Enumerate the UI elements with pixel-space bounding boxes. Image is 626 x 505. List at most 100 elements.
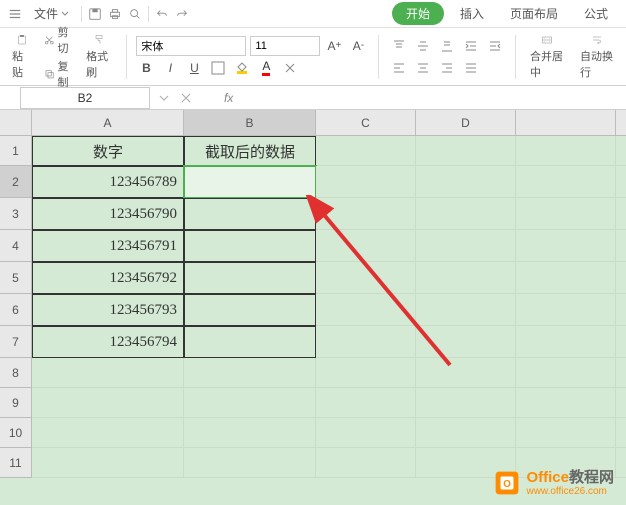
cell-D6[interactable] <box>416 294 516 326</box>
cell-A7[interactable]: 123456794 <box>32 326 184 358</box>
row-header-3[interactable]: 3 <box>0 198 32 230</box>
cut-button[interactable]: 剪切 <box>44 24 74 56</box>
cell-B11[interactable] <box>184 448 316 478</box>
formula-input[interactable] <box>233 87 626 109</box>
tab-start[interactable]: 开始 <box>392 2 444 25</box>
print-icon[interactable] <box>108 7 122 21</box>
col-header-A[interactable]: A <box>32 110 184 136</box>
cell-B3[interactable] <box>184 198 316 230</box>
tab-insert[interactable]: 插入 <box>450 2 494 25</box>
cell-D4[interactable] <box>416 230 516 262</box>
cell-D7[interactable] <box>416 326 516 358</box>
highlight-icon[interactable] <box>280 58 300 78</box>
cell-x7[interactable] <box>616 326 626 358</box>
tab-formula[interactable]: 公式 <box>574 2 618 25</box>
cell-D9[interactable] <box>416 388 516 418</box>
cell-C11[interactable] <box>316 448 416 478</box>
indent-right-icon[interactable] <box>485 36 505 56</box>
increase-font-icon[interactable]: A+ <box>324 36 344 56</box>
app-menu-icon[interactable] <box>8 7 22 21</box>
file-menu[interactable]: 文件 <box>28 3 75 24</box>
cell-D2[interactable] <box>416 166 516 198</box>
cell-A4[interactable]: 123456791 <box>32 230 184 262</box>
cell-B10[interactable] <box>184 418 316 448</box>
cell-x10[interactable] <box>516 418 616 448</box>
cell-x1[interactable] <box>616 136 626 166</box>
col-header-B[interactable]: B <box>184 110 316 136</box>
align-middle-icon[interactable] <box>413 36 433 56</box>
row-header-6[interactable]: 6 <box>0 294 32 326</box>
undo-icon[interactable] <box>155 7 169 21</box>
cell-A6[interactable]: 123456793 <box>32 294 184 326</box>
font-color-icon[interactable]: A <box>256 58 276 78</box>
cell-B6[interactable] <box>184 294 316 326</box>
row-header-1[interactable]: 1 <box>0 136 32 166</box>
cell-B5[interactable] <box>184 262 316 294</box>
cell-A10[interactable] <box>32 418 184 448</box>
italic-icon[interactable]: I <box>160 58 180 78</box>
cell-x2[interactable] <box>616 166 626 198</box>
format-painter-button[interactable]: 格式刷 <box>82 32 116 82</box>
bold-icon[interactable]: B <box>136 58 156 78</box>
wrap-text-button[interactable]: 自动换行 <box>576 32 618 82</box>
cell-x6[interactable] <box>616 294 626 326</box>
align-right-icon[interactable] <box>437 58 457 78</box>
row-header-11[interactable]: 11 <box>0 448 32 478</box>
cell-x3[interactable] <box>616 198 626 230</box>
cell-C8[interactable] <box>316 358 416 388</box>
select-all-corner[interactable] <box>0 110 32 136</box>
cell-x9[interactable] <box>616 388 626 418</box>
decrease-font-icon[interactable]: A- <box>348 36 368 56</box>
cell-x8[interactable] <box>516 358 616 388</box>
row-header-2[interactable]: 2 <box>0 166 32 198</box>
cell-B7[interactable] <box>184 326 316 358</box>
cell-C1[interactable] <box>316 136 416 166</box>
cell-A8[interactable] <box>32 358 184 388</box>
row-header-8[interactable]: 8 <box>0 358 32 388</box>
col-header-extra[interactable] <box>516 110 616 136</box>
name-box[interactable] <box>20 87 150 109</box>
cell-D10[interactable] <box>416 418 516 448</box>
cell-B2[interactable] <box>184 166 316 198</box>
cell-B8[interactable] <box>184 358 316 388</box>
col-header-D[interactable]: D <box>416 110 516 136</box>
align-bottom-icon[interactable] <box>437 36 457 56</box>
row-header-9[interactable]: 9 <box>0 388 32 418</box>
tab-layout[interactable]: 页面布局 <box>500 2 568 25</box>
preview-icon[interactable] <box>128 7 142 21</box>
cell-A5[interactable]: 123456792 <box>32 262 184 294</box>
cell-D3[interactable] <box>416 198 516 230</box>
cell-D5[interactable] <box>416 262 516 294</box>
align-top-icon[interactable] <box>389 36 409 56</box>
cell-B4[interactable] <box>184 230 316 262</box>
cell-A1[interactable]: 数字 <box>32 136 184 166</box>
cancel-icon[interactable] <box>178 90 194 106</box>
cell-A9[interactable] <box>32 388 184 418</box>
indent-left-icon[interactable] <box>461 36 481 56</box>
align-left-icon[interactable] <box>389 58 409 78</box>
justify-icon[interactable] <box>461 58 481 78</box>
cell-x8[interactable] <box>616 358 626 388</box>
cell-C4[interactable] <box>316 230 416 262</box>
cell-A11[interactable] <box>32 448 184 478</box>
cell-C5[interactable] <box>316 262 416 294</box>
paste-button[interactable]: 粘贴 <box>8 32 36 82</box>
cell-C2[interactable] <box>316 166 416 198</box>
cell-x5[interactable] <box>616 262 626 294</box>
cell-x7[interactable] <box>516 326 616 358</box>
save-icon[interactable] <box>88 7 102 21</box>
cell-D8[interactable] <box>416 358 516 388</box>
name-dropdown-icon[interactable] <box>156 90 172 106</box>
cell-x2[interactable] <box>516 166 616 198</box>
cell-x6[interactable] <box>516 294 616 326</box>
copy-button[interactable]: 复制 <box>44 58 74 90</box>
cell-x4[interactable] <box>616 230 626 262</box>
cell-C6[interactable] <box>316 294 416 326</box>
cell-C9[interactable] <box>316 388 416 418</box>
cell-B9[interactable] <box>184 388 316 418</box>
cell-A2[interactable]: 123456789 <box>32 166 184 198</box>
row-header-4[interactable]: 4 <box>0 230 32 262</box>
col-header-C[interactable]: C <box>316 110 416 136</box>
cell-x1[interactable] <box>516 136 616 166</box>
row-header-5[interactable]: 5 <box>0 262 32 294</box>
